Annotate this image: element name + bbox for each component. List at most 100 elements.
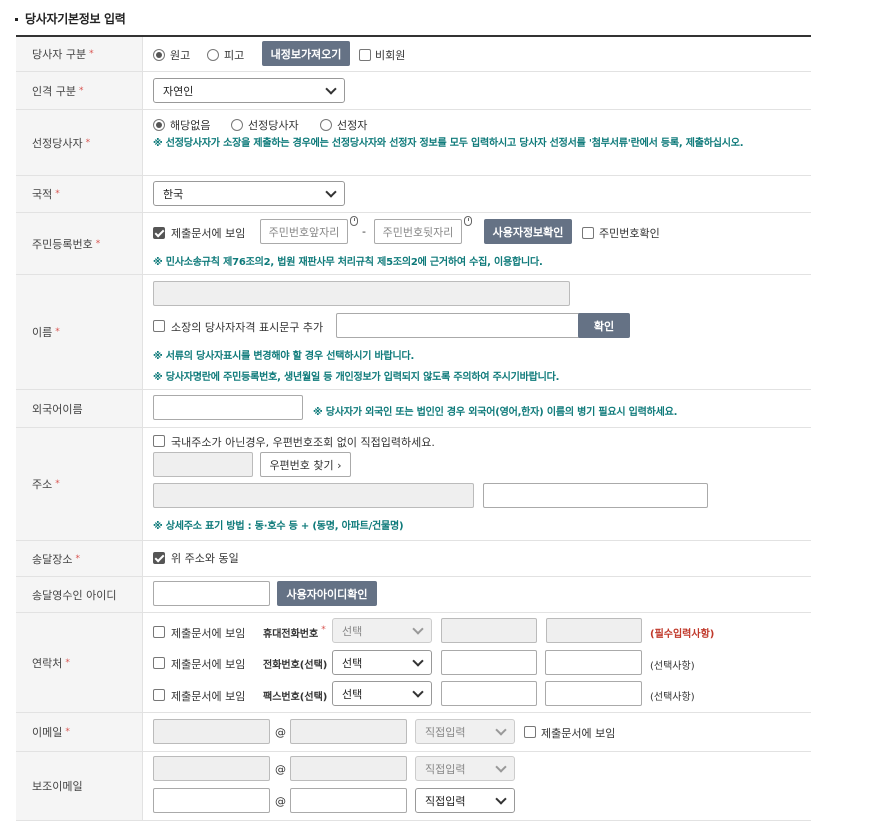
radio-selector[interactable]	[320, 119, 332, 131]
address-detail-input[interactable]	[483, 483, 708, 508]
postal-code-input[interactable]	[153, 452, 253, 477]
mobile-show-label: 제출문서에 보임	[171, 627, 246, 640]
radio-plaintiff[interactable]	[153, 49, 165, 61]
fax-last-input[interactable]	[545, 681, 642, 706]
phone-last-input[interactable]	[545, 650, 642, 675]
email-local-input[interactable]	[153, 719, 270, 744]
bullet-icon	[15, 18, 18, 21]
mouse-icon	[464, 216, 472, 226]
nonmember-label: 비회원	[375, 49, 406, 62]
fax-show-checkbox[interactable]	[153, 689, 165, 701]
direct-address-checkbox[interactable]	[153, 435, 165, 447]
qualification-checkbox[interactable]	[153, 320, 165, 332]
selected-party-label: 선정당사자 *	[16, 110, 143, 175]
email-domain-input[interactable]	[290, 719, 407, 744]
address-main-input[interactable]	[153, 483, 474, 508]
email-label: 이메일 *	[16, 713, 143, 751]
sub-email-domain-select-1[interactable]: 직접입력	[415, 756, 515, 781]
required-mark: *	[89, 49, 94, 59]
same-address-checkbox[interactable]	[153, 552, 165, 564]
mouse-icon	[350, 216, 358, 226]
foreign-name-note: ※ 당사자가 외국인 또는 법인인 경우 외국어(영어,한자) 이름의 병기 필…	[313, 407, 678, 418]
direct-address-label: 국내주소가 아닌경우, 우편번호조회 없이 직접입력하세요.	[171, 436, 435, 449]
radio-none[interactable]	[153, 119, 165, 131]
row-delivery: 송달장소 * 위 주소와 동일	[16, 541, 811, 577]
fax-show-label: 제출문서에 보임	[171, 690, 246, 703]
sub-email-at-sign-1: @	[275, 763, 286, 776]
radio-plaintiff-label: 원고	[170, 49, 191, 62]
row-email: 이메일 * @ 직접입력 제출문서에 보임	[16, 713, 811, 752]
chevron-down-icon	[325, 83, 337, 95]
resident-confirm-label: 주민번호확인	[599, 227, 660, 240]
radio-defendant[interactable]	[207, 49, 219, 61]
email-domain-select[interactable]: 직접입력	[415, 719, 515, 744]
radio-defendant-label: 피고	[224, 49, 245, 62]
foreign-name-label: 외국어이름	[16, 390, 143, 427]
name-confirm-button[interactable]: 확인	[578, 313, 630, 338]
chevron-down-icon	[495, 724, 507, 736]
resident-separator: -	[362, 225, 366, 238]
phone-show-checkbox[interactable]	[153, 657, 165, 669]
resident-show-checkbox[interactable]	[153, 227, 165, 239]
address-label: 주소 *	[16, 428, 143, 540]
phone-optional-hint: (선택사항)	[650, 661, 695, 672]
email-at-sign: @	[275, 726, 286, 739]
resident-front-input[interactable]: 주민번호앞자리	[260, 219, 348, 244]
chevron-down-icon	[325, 186, 337, 198]
row-party-type: 당사자 구분 * 원고 피고 내정보가져오기 비회원	[16, 37, 811, 72]
sub-email-domain-select-2[interactable]: 직접입력	[415, 788, 515, 813]
chevron-down-icon	[495, 761, 507, 773]
name-note-1: ※ 서류의 당사자표시를 변경해야 할 경우 선택하시기 바랍니다.	[153, 351, 415, 362]
nonmember-checkbox[interactable]	[359, 49, 371, 61]
address-note: ※ 상세주소 표기 방법 : 동·호수 등 + (동명, 아파트/건물명)	[153, 521, 404, 532]
chevron-down-icon	[412, 655, 424, 667]
radio-selected-party[interactable]	[231, 119, 243, 131]
mobile-prefix-select[interactable]: 선택	[332, 618, 432, 643]
phone-mid-input[interactable]	[441, 650, 537, 675]
phone-prefix-select[interactable]: 선택	[332, 650, 432, 675]
row-resident-no: 주민등록번호 * 제출문서에 보임 주민번호앞자리 - 주민번호뒷자리 사용자정보…	[16, 213, 811, 275]
selected-party-note: ※ 선정당사자가 소장을 제출하는 경우에는 선정당사자와 선정자 정보를 모두…	[153, 138, 744, 149]
nationality-label: 국적 *	[16, 176, 143, 212]
row-person-type: 인격 구분 * 자연인	[16, 72, 811, 110]
sub-email-local-input-1[interactable]	[153, 756, 270, 781]
resident-back-input[interactable]: 주민번호뒷자리	[374, 219, 462, 244]
name-input[interactable]	[153, 281, 570, 306]
fax-prefix-select[interactable]: 선택	[332, 681, 432, 706]
fetch-my-info-button[interactable]: 내정보가져오기	[262, 41, 350, 66]
chevron-down-icon	[495, 793, 507, 805]
chevron-down-icon	[412, 623, 424, 635]
recipient-id-label: 송달영수인 아이디	[16, 577, 143, 612]
row-recipient-id: 송달영수인 아이디 사용자아이디확인	[16, 577, 811, 613]
sub-email-local-input-2[interactable]	[153, 788, 270, 813]
row-nationality: 국적 * 한국	[16, 176, 811, 213]
verify-user-id-button[interactable]: 사용자아이디확인	[277, 581, 377, 606]
verify-user-info-button[interactable]: 사용자정보확인	[484, 219, 572, 244]
row-contact: 연락처 * 제출문서에 보임 휴대전화번호 * 선택 (필수입력사항) 제출문서에 …	[16, 613, 811, 713]
postal-search-button[interactable]: 우편번호 찾기 ›	[260, 452, 351, 477]
mobile-show-checkbox[interactable]	[153, 626, 165, 638]
person-type-select[interactable]: 자연인	[153, 78, 345, 103]
foreign-name-input[interactable]	[153, 395, 303, 420]
resident-no-note: ※ 민사소송규칙 제76조의2, 법원 재판사무 처리규칙 제5조의2에 근거하…	[153, 257, 543, 268]
party-type-label: 당사자 구분 *	[16, 37, 143, 71]
email-show-checkbox[interactable]	[524, 726, 536, 738]
resident-confirm-checkbox[interactable]	[582, 227, 594, 239]
sub-email-domain-input-2[interactable]	[290, 788, 407, 813]
fax-mid-input[interactable]	[441, 681, 537, 706]
phone-type-label: 전화번호(선택)	[263, 660, 328, 671]
sub-email-label: 보조이메일	[16, 752, 143, 820]
mobile-last-input[interactable]	[546, 618, 642, 643]
mobile-required-hint: (필수입력사항)	[650, 629, 715, 640]
qualification-input[interactable]	[336, 313, 586, 338]
qualification-label: 소장의 당사자자격 표시문구 추가	[171, 321, 324, 334]
row-sub-email: 보조이메일 @ 직접입력 @ 직접입력	[16, 752, 811, 821]
radio-selector-label: 선정자	[337, 119, 368, 132]
mobile-mid-input[interactable]	[441, 618, 537, 643]
name-label: 이름 *	[16, 275, 143, 389]
recipient-id-input[interactable]	[153, 581, 270, 606]
resident-show-label: 제출문서에 보임	[171, 227, 246, 240]
sub-email-domain-input-1[interactable]	[290, 756, 407, 781]
nationality-select[interactable]: 한국	[153, 181, 345, 206]
delivery-label: 송달장소 *	[16, 541, 143, 576]
